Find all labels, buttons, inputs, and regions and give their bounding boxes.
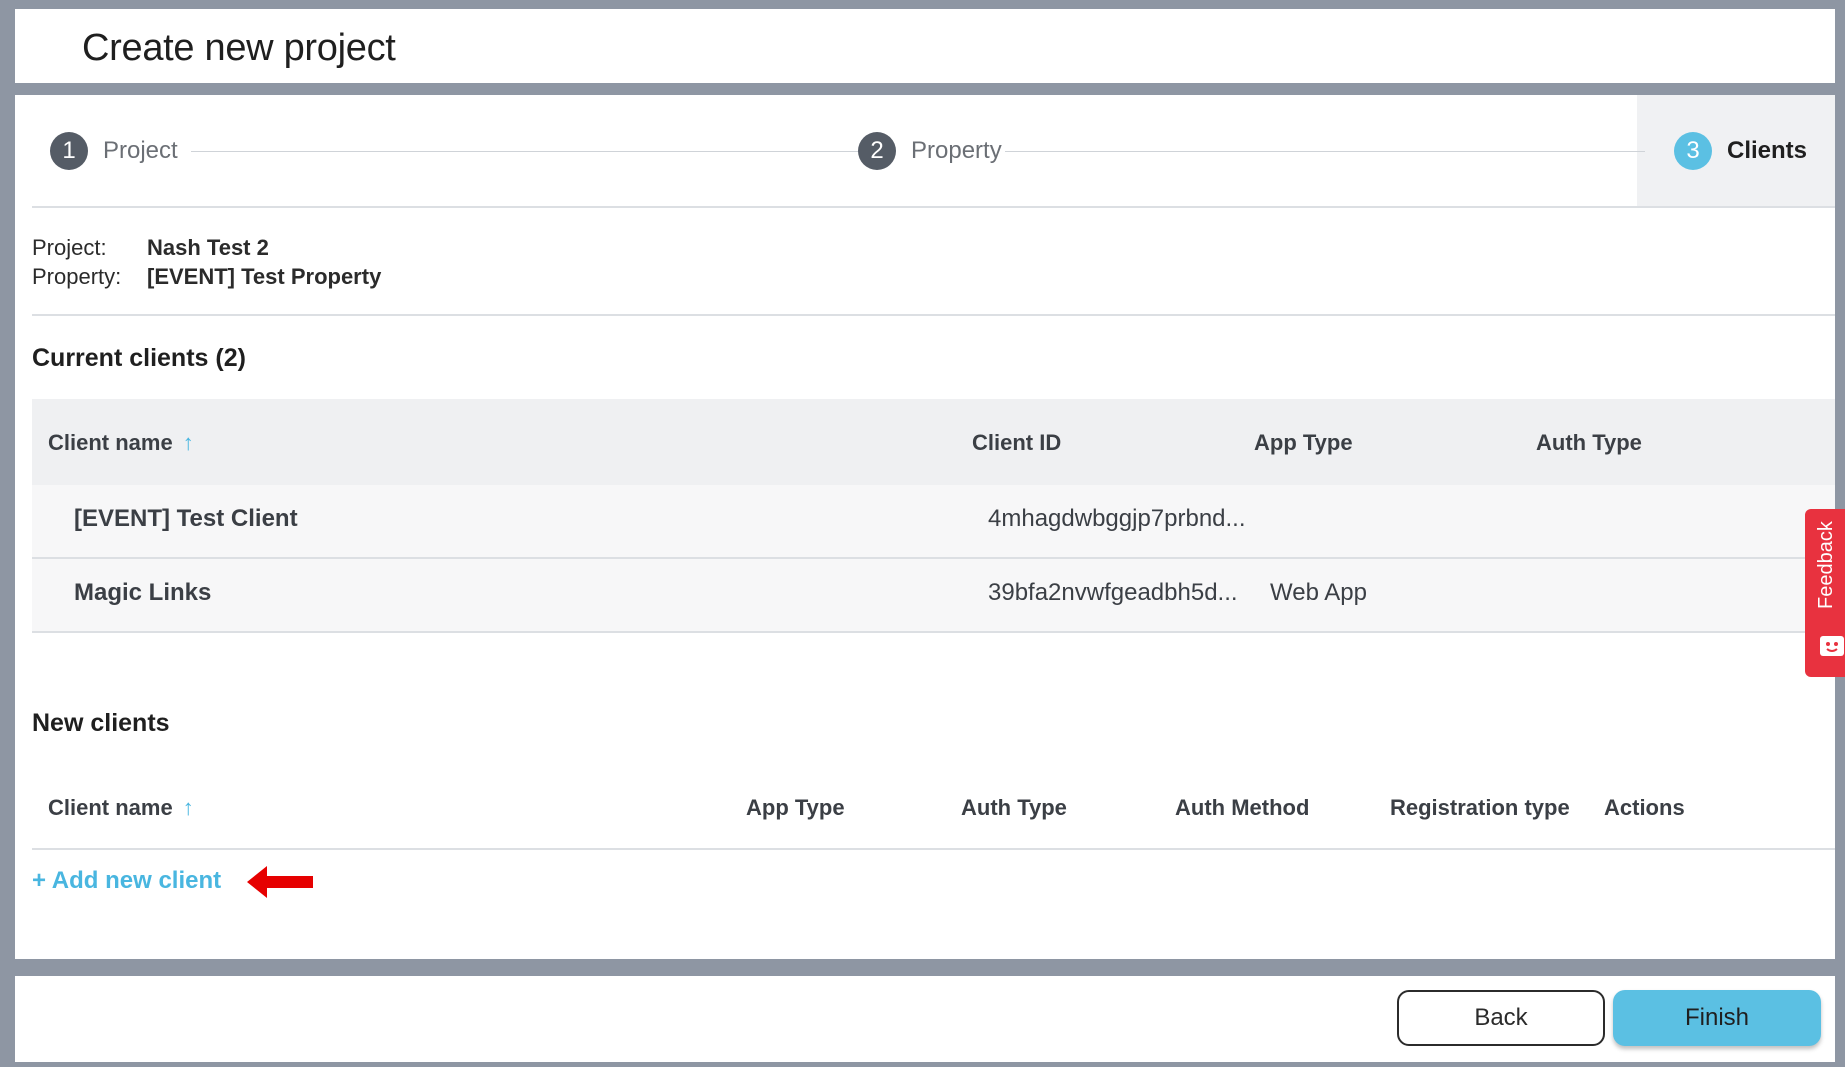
column-header-actions: Actions [1604, 795, 1685, 820]
add-new-client-link[interactable]: + Add new client [32, 867, 221, 895]
step-label: Project [103, 137, 178, 164]
page-title: Create new project [82, 27, 396, 69]
column-header-auth-method[interactable]: Auth Method [1175, 795, 1309, 821]
page-header: Create new project [15, 9, 1835, 83]
step-label: Property [911, 137, 1002, 164]
client-name: [EVENT] Test Client [74, 505, 298, 532]
step-number: 2 [858, 132, 896, 170]
column-header-client-name[interactable]: Client name ↑ [48, 795, 194, 821]
step-number: 1 [50, 132, 88, 170]
sort-ascending-icon[interactable]: ↑ [183, 430, 194, 455]
current-clients-title: Current clients (2) [32, 344, 246, 372]
column-header-client-id[interactable]: Client ID [972, 430, 1061, 456]
divider [32, 314, 1835, 316]
project-value: Nash Test 2 [147, 235, 269, 260]
step-number: 3 [1674, 132, 1712, 170]
client-id: 39bfa2nvwfgeadbh5d... [988, 579, 1238, 606]
column-header-app-type[interactable]: App Type [1254, 430, 1353, 456]
red-arrow-icon [247, 866, 313, 898]
column-header-client-name[interactable]: Client name ↑ [48, 430, 194, 456]
column-header-auth-type[interactable]: Auth Type [1536, 430, 1642, 456]
sort-ascending-icon[interactable]: ↑ [183, 795, 194, 820]
property-value: [EVENT] Test Property [147, 264, 382, 289]
table-row[interactable]: [EVENT] Test Client 4mhagdwbggjp7prbnd..… [32, 485, 1835, 559]
project-label: Project: [32, 235, 107, 260]
app-type: Web App [1270, 579, 1367, 606]
back-button[interactable]: Back [1397, 990, 1605, 1046]
client-id: 4mhagdwbggjp7prbnd... [988, 505, 1246, 532]
page-footer: Back Finish [15, 976, 1835, 1062]
divider [32, 206, 1835, 208]
column-label: Client name [48, 795, 173, 820]
step-property[interactable]: 2 Property [858, 132, 1002, 170]
column-header-registration-type[interactable]: Registration type [1390, 795, 1570, 821]
column-label: Client name [48, 430, 173, 455]
column-header-auth-type[interactable]: Auth Type [961, 795, 1067, 821]
client-name: Magic Links [74, 579, 212, 606]
step-clients[interactable]: 3 Clients [1674, 132, 1807, 170]
main-panel: 1 Project 2 Property 3 Clients Project: … [15, 95, 1845, 959]
column-header-app-type[interactable]: App Type [746, 795, 845, 821]
stepper: 1 Project 2 Property 3 Clients [15, 95, 1835, 207]
stepper-connector [1005, 151, 1645, 152]
step-label: Clients [1727, 137, 1808, 164]
divider [32, 848, 1835, 850]
property-summary: Property: [EVENT] Test Property [32, 264, 381, 290]
feedback-face-icon [1820, 636, 1844, 656]
stepper-connector [191, 151, 859, 152]
property-label: Property: [32, 264, 122, 289]
new-clients-title: New clients [32, 709, 170, 737]
feedback-tab[interactable]: Feedback [1805, 509, 1845, 677]
feedback-label: Feedback [1815, 521, 1837, 609]
table-row[interactable]: Magic Links 39bfa2nvwfgeadbh5d... Web Ap… [32, 559, 1835, 633]
project-summary: Project: Nash Test 2 [32, 235, 269, 261]
finish-button[interactable]: Finish [1613, 990, 1821, 1046]
step-project[interactable]: 1 Project [50, 132, 178, 170]
